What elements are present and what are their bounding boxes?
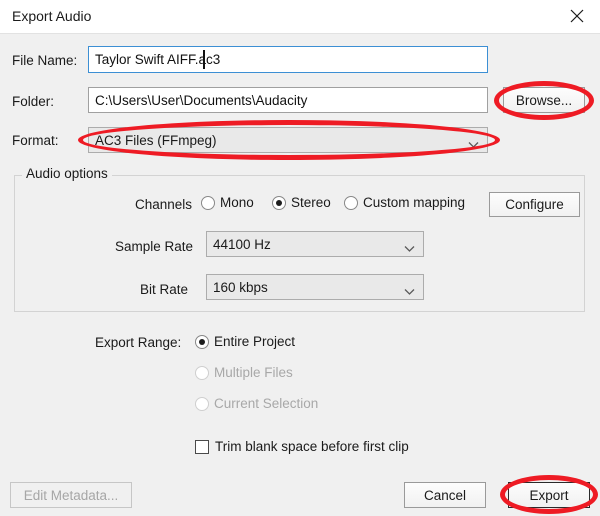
radio-export-range-current-selection: Current Selection — [195, 396, 318, 411]
chevron-down-icon — [404, 284, 415, 295]
edit-metadata-button: Edit Metadata... — [10, 482, 132, 508]
chevron-down-icon — [404, 241, 415, 252]
sample-rate-combobox[interactable]: 44100 Hz — [206, 231, 424, 257]
radio-mark — [344, 195, 358, 210]
window-title: Export Audio — [12, 8, 92, 24]
file-name-label: File Name: — [12, 53, 78, 68]
checkbox-mark — [195, 439, 209, 454]
bit-rate-label: Bit Rate — [140, 282, 189, 297]
title-bar: Export Audio — [0, 0, 600, 34]
close-icon — [570, 9, 584, 23]
format-combobox[interactable]: AC3 Files (FFmpeg) — [88, 127, 488, 153]
radio-label: Current Selection — [214, 396, 319, 411]
checkbox-label: Trim blank space before first clip — [215, 439, 409, 454]
format-value: AC3 Files (FFmpeg) — [95, 132, 217, 148]
radio-channels-stereo[interactable]: Stereo — [272, 195, 331, 210]
configure-button[interactable]: Configure — [489, 192, 580, 217]
browse-button[interactable]: Browse... — [503, 87, 585, 113]
sample-rate-label: Sample Rate — [115, 239, 194, 254]
radio-label: Entire Project — [214, 334, 296, 349]
format-label: Format: — [12, 133, 59, 148]
chevron-down-icon — [468, 137, 479, 148]
radio-label: Multiple Files — [214, 365, 293, 380]
bit-rate-value: 160 kbps — [213, 279, 268, 295]
channels-label: Channels — [135, 197, 193, 212]
radio-mark — [195, 334, 209, 349]
folder-label: Folder: — [12, 94, 55, 109]
radio-label: Custom mapping — [363, 195, 466, 210]
radio-channels-custom-mapping[interactable]: Custom mapping — [344, 195, 465, 210]
audio-options-group-title: Audio options — [22, 166, 112, 181]
sample-rate-value: 44100 Hz — [213, 236, 271, 252]
trim-blank-space-checkbox[interactable]: Trim blank space before first clip — [195, 439, 409, 454]
folder-input[interactable]: C:\Users\User\Documents\Audacity — [88, 87, 488, 113]
close-button[interactable] — [554, 0, 600, 32]
export-range-label: Export Range: — [95, 335, 182, 350]
radio-label: Mono — [220, 195, 254, 210]
radio-export-range-entire-project[interactable]: Entire Project — [195, 334, 295, 349]
radio-label: Stereo — [291, 195, 331, 210]
radio-mark — [195, 365, 209, 380]
radio-mark — [272, 195, 286, 210]
radio-mark — [195, 396, 209, 411]
radio-channels-mono[interactable]: Mono — [201, 195, 254, 210]
text-cursor — [203, 50, 205, 69]
cancel-button[interactable]: Cancel — [404, 482, 486, 508]
radio-mark — [201, 195, 215, 210]
radio-export-range-multiple-files: Multiple Files — [195, 365, 293, 380]
file-name-input[interactable]: Taylor Swift AIFF.ac3 — [88, 46, 488, 73]
export-button[interactable]: Export — [508, 482, 590, 508]
bit-rate-combobox[interactable]: 160 kbps — [206, 274, 424, 300]
